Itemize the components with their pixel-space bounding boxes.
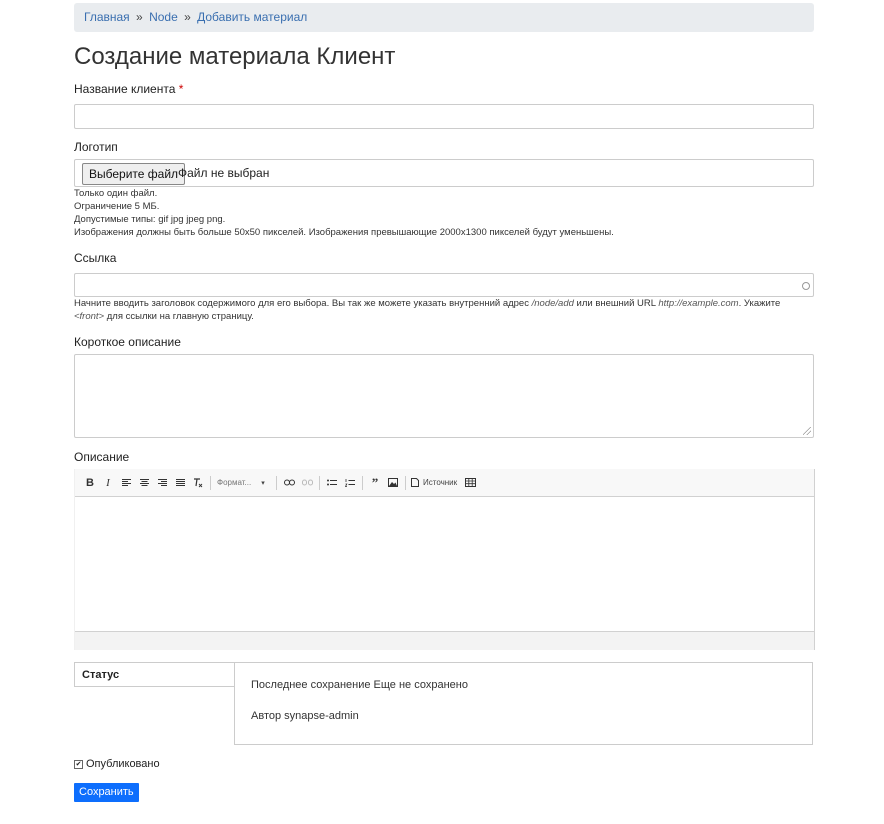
logo-help-line: Допустимые типы: gif jpg jpeg png. [74,214,226,225]
unlink-icon[interactable] [298,474,316,492]
editor-toolbar: B I Формат... ▾ ” Источник [75,469,814,497]
logo-help-line: Изображения должны быть больше 50x50 пик… [74,227,614,238]
bulleted-list-icon[interactable] [323,474,341,492]
short-description-textarea[interactable] [74,354,814,438]
client-name-input[interactable] [74,104,814,129]
align-right-icon[interactable] [153,474,171,492]
align-center-icon[interactable] [135,474,153,492]
link-icon[interactable] [280,474,298,492]
bold-button[interactable]: B [81,474,99,492]
breadcrumb-node-link[interactable]: Node [149,10,178,24]
choose-file-button[interactable]: Выберите файл [82,163,186,185]
numbered-list-icon[interactable] [341,474,359,492]
node-form: Главная » Node » Добавить материал Созда… [74,3,815,802]
link-help-url-example: http://example.com [658,298,739,309]
link-help-node-example: /node/add [531,298,574,309]
image-icon[interactable] [384,474,402,492]
toolbar-separator [405,475,406,490]
client-name-label-text: Название клиента [74,82,176,96]
format-dropdown[interactable]: Формат... ▾ [214,478,273,487]
toolbar-separator [319,475,320,490]
table-icon[interactable] [461,474,479,492]
client-name-label: Название клиента * [74,82,183,96]
status-panel: Последнее сохранение Еще не сохранено Ав… [234,662,813,745]
toolbar-separator [276,475,277,490]
remove-format-icon[interactable] [189,474,207,492]
logo-file-input: Выберите файл Файл не выбран [74,159,814,187]
link-help-text: . Укажите [738,298,781,309]
save-button[interactable]: Сохранить [74,783,139,802]
source-icon[interactable] [409,474,421,492]
link-help: Начните вводить заголовок содержимого дл… [74,297,812,323]
link-help-text: или внешний URL [573,298,659,309]
blockquote-icon[interactable]: ” [366,474,384,492]
tab-status[interactable]: Статус [74,662,234,687]
chevron-down-icon: ▾ [261,479,265,487]
breadcrumb: Главная » Node » Добавить материал [74,3,814,32]
last-saved-text: Последнее сохранение Еще не сохранено [251,679,468,691]
justify-icon[interactable] [171,474,189,492]
format-dropdown-label: Формат... [217,478,252,487]
logo-help: Только один файл. Ограничение 5 МБ. Допу… [74,187,812,239]
link-input[interactable] [74,273,814,297]
autocomplete-throbber-icon [802,282,810,290]
published-checkbox[interactable]: ✔ [74,759,83,769]
link-label: Ссылка [74,251,117,265]
description-editor: B I Формат... ▾ ” Источник [74,469,815,650]
page-title: Создание материала Клиент [74,43,396,70]
logo-help-line: Ограничение 5 МБ. [74,201,160,212]
italic-button[interactable]: I [99,474,117,492]
link-help-front-example: <front> [74,311,105,322]
published-checkbox-row: ✔ Опубликовано [74,758,160,770]
description-label: Описание [74,450,130,464]
file-status-text: Файл не выбран [178,166,270,180]
source-button[interactable]: Источник [423,478,457,487]
logo-label: Логотип [74,140,118,154]
breadcrumb-home-link[interactable]: Главная [84,10,130,24]
published-label: Опубликовано [86,758,160,770]
toolbar-separator [210,475,211,490]
align-left-icon[interactable] [117,474,135,492]
breadcrumb-add-content-link[interactable]: Добавить материал [197,10,307,24]
logo-help-line: Только один файл. [74,188,158,199]
link-help-text: Начните вводить заголовок содержимого дл… [74,298,532,309]
breadcrumb-separator: » [136,10,143,24]
required-marker: * [178,82,184,96]
author-text: Автор synapse-admin [251,710,359,722]
breadcrumb-separator: » [184,10,191,24]
editor-content-area[interactable] [75,497,814,631]
resize-handle-icon[interactable] [803,427,811,435]
toolbar-separator [362,475,363,490]
short-description-label: Короткое описание [74,335,181,349]
editor-statusbar [75,631,814,650]
link-help-text: для ссылки на главную страницу. [104,311,254,322]
